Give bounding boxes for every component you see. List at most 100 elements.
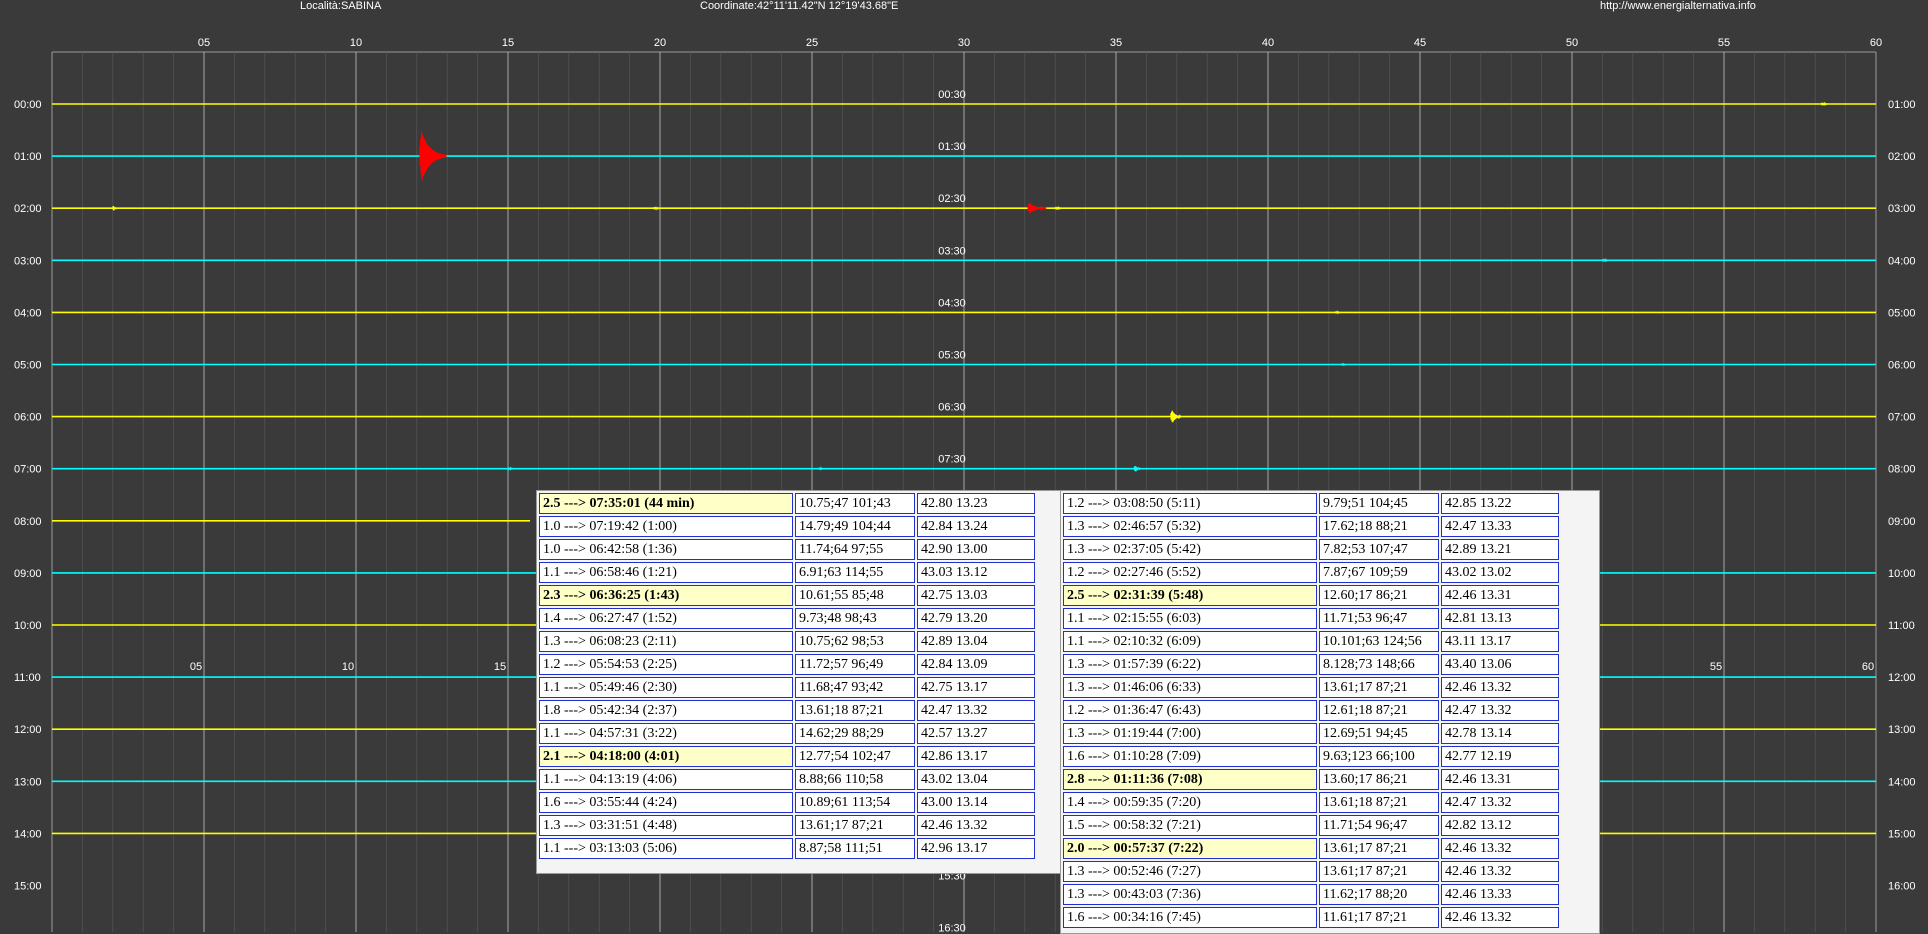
event-row: 1.3 ---> 06:08:23 (2:11) 10.75;62 98;53 42… [539,631,1035,652]
event-row: 1.3 ---> 01:19:44 (7:00) 12.69;51 94;45 42… [1063,723,1559,744]
hour-label-right: 06:00 [1888,360,1916,372]
event-coords-cell: 42.75 13.03 [917,585,1035,606]
event-distance-cell: 10.75;47 101;43 [795,493,915,514]
half-hour-label: 04:30 [938,297,966,309]
hour-label-left: 04:00 [14,307,42,319]
event-row: 1.1 ---> 04:57:31 (3:22) 14.62;29 88;29 42… [539,723,1035,744]
event-row: 2.3 ---> 06:36:25 (1:43) 10.61;55 85;48 42… [539,585,1035,606]
event-distance-cell: 9.79;51 104;45 [1319,493,1439,514]
minute-tick-label: 15 [502,37,514,49]
hour-label-left: 09:00 [14,568,42,580]
event-time-cell: 1.3 ---> 01:19:44 (7:00) [1063,723,1317,744]
event-list-left[interactable]: 2.5 ---> 07:35:01 (44 min) 10.75;47 101;4… [536,490,1064,874]
event-list-right[interactable]: 1.2 ---> 03:08:50 (5:11) 9.79;51 104;45 42… [1060,490,1600,934]
event-row: 1.1 ---> 04:13:19 (4:06) 8.88;66 110;58 43… [539,769,1035,790]
half-hour-label: 05:30 [938,350,966,362]
event-row: 1.8 ---> 05:42:34 (2:37) 13.61;18 87;21 42… [539,700,1035,721]
minute-tick-label: 20 [654,37,666,49]
event-distance-cell: 11.62;17 88;20 [1319,884,1439,905]
event-coords-cell: 42.47 13.32 [1441,792,1559,813]
event-time-cell: 1.1 ---> 05:49:46 (2:30) [539,677,793,698]
event-row: 1.6 ---> 01:10:28 (7:09) 9.63;123 66;100 4… [1063,746,1559,767]
event-time-cell: 1.0 ---> 07:19:42 (1:00) [539,516,793,537]
event-coords-cell: 42.75 13.17 [917,677,1035,698]
event-time-cell: 1.3 ---> 00:43:03 (7:36) [1063,884,1317,905]
event-coords-cell: 42.82 13.12 [1441,815,1559,836]
event-coords-cell: 42.80 13.23 [917,493,1035,514]
event-row: 1.1 ---> 06:58:46 (1:21) 6.91;63 114;55 43… [539,562,1035,583]
event-waveform [1170,410,1182,423]
event-coords-cell: 42.96 13.17 [917,838,1035,859]
event-distance-cell: 12.60;17 86;21 [1319,585,1439,606]
event-row: 2.5 ---> 07:35:01 (44 min) 10.75;47 101;4… [539,493,1035,514]
event-coords-cell: 42.46 13.31 [1441,769,1559,790]
event-row: 1.6 ---> 00:34:16 (7:45) 11.61;17 87;21 42… [1063,907,1559,928]
event-time-cell: 1.2 ---> 03:08:50 (5:11) [1063,493,1317,514]
event-time-cell: 1.3 ---> 00:52:46 (7:27) [1063,861,1317,882]
event-time-cell: 1.3 ---> 02:46:57 (5:32) [1063,516,1317,537]
half-hour-label: 02:30 [938,193,966,205]
hour-label-right: 01:00 [1888,99,1916,111]
event-coords-cell: 42.46 13.32 [1441,861,1559,882]
event-waveform [1601,257,1610,263]
minute-tick-label-lower: 55 [1710,661,1722,673]
half-hour-label: 06:30 [938,402,966,414]
event-distance-cell: 13.61;18 87;21 [1319,792,1439,813]
minute-tick-label: 50 [1566,37,1578,49]
event-time-cell: 1.3 ---> 03:31:51 (4:48) [539,815,793,836]
event-coords-cell: 43.02 13.04 [917,769,1035,790]
event-distance-cell: 13.61;18 87;21 [795,700,915,721]
event-time-cell: 1.0 ---> 06:42:58 (1:36) [539,539,793,560]
event-waveform-red [419,131,447,181]
event-time-cell: 1.2 ---> 05:54:53 (2:25) [539,654,793,675]
event-coords-cell: 42.79 13.20 [917,608,1035,629]
minute-tick-label: 30 [958,37,970,49]
event-row: 1.3 ---> 00:43:03 (7:36) 11.62;17 88;20 42… [1063,884,1559,905]
event-row: 1.3 ---> 01:57:39 (6:22) 8.128;73 148;66 4… [1063,654,1559,675]
event-row: 1.0 ---> 06:42:58 (1:36) 11.74;64 97;55 42… [539,539,1035,560]
event-distance-cell: 9.63;123 66;100 [1319,746,1439,767]
event-row: 1.0 ---> 07:19:42 (1:00) 14.79;49 104;44 4… [539,516,1035,537]
hour-label-right: 09:00 [1888,516,1916,528]
event-time-cell: 1.1 ---> 04:57:31 (3:22) [539,723,793,744]
half-hour-label: 01:30 [938,141,966,153]
minute-tick-label: 60 [1870,37,1882,49]
event-coords-cell: 43.11 13.17 [1441,631,1559,652]
event-distance-cell: 8.128;73 148;66 [1319,654,1439,675]
event-coords-cell: 42.86 13.17 [917,746,1035,767]
event-distance-cell: 11.68;47 93;42 [795,677,915,698]
event-distance-cell: 17.62;18 88;21 [1319,516,1439,537]
event-coords-cell: 42.47 13.32 [917,700,1035,721]
event-coords-cell: 42.47 13.33 [1441,516,1559,537]
event-row: 1.3 ---> 02:37:05 (5:42) 7.82;53 107;47 42… [1063,539,1559,560]
minute-tick-label: 40 [1262,37,1274,49]
minute-tick-label: 05 [198,37,210,49]
hour-label-right: 10:00 [1888,568,1916,580]
event-distance-cell: 8.88;66 110;58 [795,769,915,790]
event-distance-cell: 13.61;17 87;21 [795,815,915,836]
event-table-left: 2.5 ---> 07:35:01 (44 min) 10.75;47 101;4… [537,491,1037,861]
event-waveform [1054,205,1062,211]
hour-label-right: 14:00 [1888,776,1916,788]
hour-label-right: 05:00 [1888,307,1916,319]
hour-label-left: 05:00 [14,360,42,372]
event-time-cell: 2.1 ---> 04:18:00 (4:01) [539,746,793,767]
event-row: 1.3 ---> 01:46:06 (6:33) 13.61;17 87;21 42… [1063,677,1559,698]
hour-label-left: 12:00 [14,724,42,736]
event-distance-cell: 14.79;49 104;44 [795,516,915,537]
hour-label-left: 10:00 [14,620,42,632]
website-link[interactable]: http://www.energialternativa.info [1600,0,1756,12]
event-coords-cell: 42.85 13.22 [1441,493,1559,514]
event-distance-cell: 10.89;61 113;54 [795,792,915,813]
event-waveform [653,206,660,211]
event-row: 2.1 ---> 04:18:00 (4:01) 12.77;54 102;47 4… [539,746,1035,767]
hour-label-right: 16:00 [1888,881,1916,893]
event-time-cell: 2.5 ---> 02:31:39 (5:48) [1063,585,1317,606]
hour-label-right: 13:00 [1888,724,1916,736]
event-distance-cell: 11.71;54 96;47 [1319,815,1439,836]
hour-label-left: 13:00 [14,776,42,788]
event-waveform [1340,362,1346,367]
minute-tick-label: 10 [350,37,362,49]
hour-label-left: 01:00 [14,151,42,163]
event-distance-cell: 14.62;29 88;29 [795,723,915,744]
